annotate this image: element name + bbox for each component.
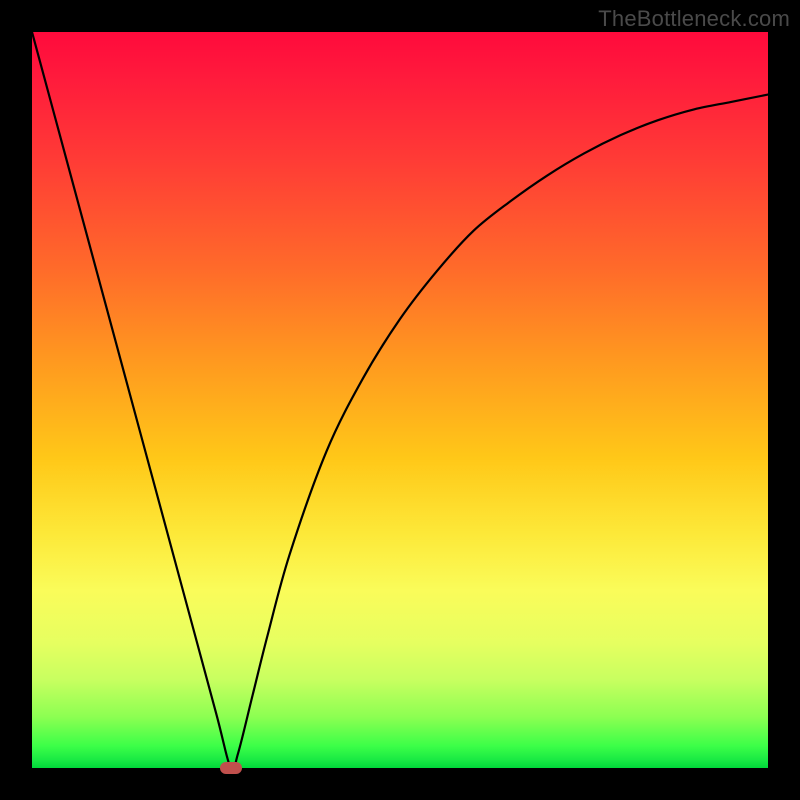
bottleneck-curve <box>32 32 768 768</box>
watermark-text: TheBottleneck.com <box>598 6 790 32</box>
plot-area <box>32 32 768 768</box>
chart-frame: TheBottleneck.com <box>0 0 800 800</box>
optimum-marker <box>220 762 242 774</box>
